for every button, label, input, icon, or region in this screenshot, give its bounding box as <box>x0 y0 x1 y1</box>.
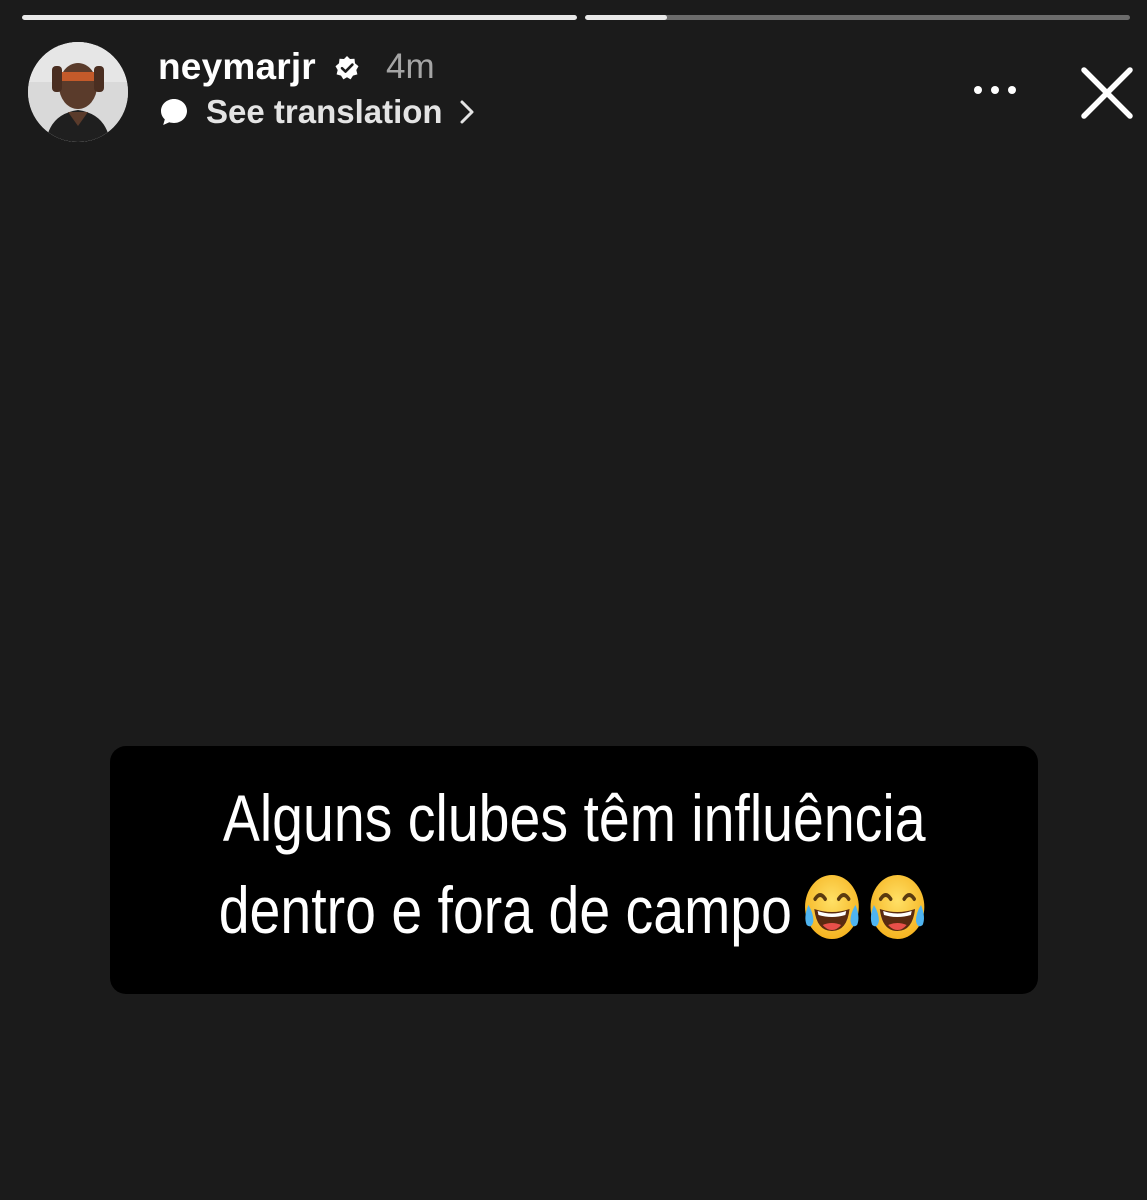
story-progress-fill-2 <box>585 15 667 20</box>
caption-line-2-wrapper: dentro e fora de campo <box>218 864 929 968</box>
story-caption: Alguns clubes têm influência dentro e fo… <box>218 772 929 968</box>
story-progress-fill-1 <box>22 15 577 20</box>
story-progress-segment-1 <box>22 15 577 20</box>
chevron-right-icon <box>460 100 474 124</box>
speech-bubble-icon <box>161 99 187 125</box>
verified-badge-icon <box>335 56 359 80</box>
see-translation-label: See translation <box>206 93 443 130</box>
caption-line-2: dentro e fora de campo <box>218 873 792 947</box>
tears-of-joy-emoji-icon <box>805 875 859 939</box>
time-ago: 4m <box>386 47 435 86</box>
username[interactable]: neymarjr <box>158 46 316 88</box>
emoji-group <box>798 869 929 968</box>
see-translation-button[interactable]: See translation <box>158 92 477 132</box>
story-progress-segment-2 <box>585 15 1130 20</box>
more-options-icon[interactable] <box>964 70 1026 110</box>
profile-photo <box>28 42 128 142</box>
tears-of-joy-emoji-icon <box>870 875 925 939</box>
caption-line-1: Alguns clubes têm influência <box>222 781 926 855</box>
story-caption-box: Alguns clubes têm influência dentro e fo… <box>110 746 1038 994</box>
avatar[interactable] <box>28 42 128 142</box>
close-icon[interactable] <box>1072 58 1142 128</box>
